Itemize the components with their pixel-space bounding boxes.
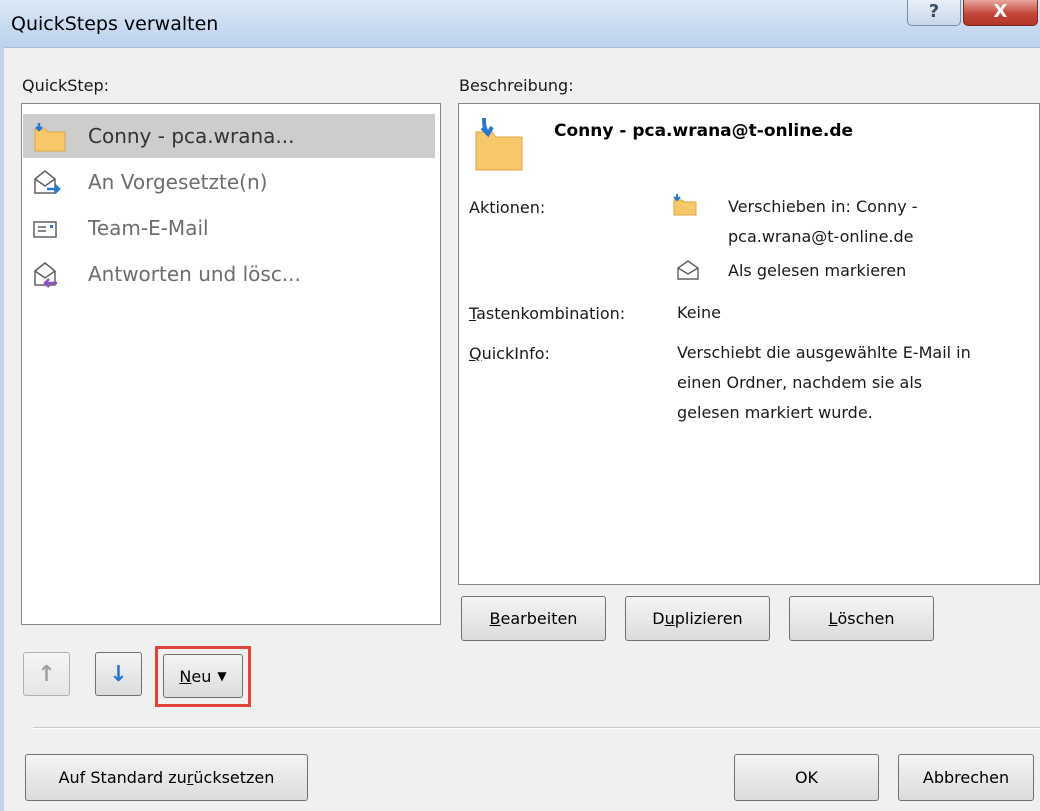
cancel-button[interactable]: Abbrechen xyxy=(898,754,1034,801)
open-envelope-icon xyxy=(676,259,700,286)
help-icon: ? xyxy=(928,1,940,22)
quickstep-list[interactable]: Conny - pca.wrana... An Vorgesetzte(n) T… xyxy=(21,103,441,625)
duplicate-button[interactable]: Du plizieren xyxy=(625,596,770,641)
tooltip-line-2: einen Ordner, nachdem sie als xyxy=(677,373,923,392)
description-panel: Conny - pca.wrana@t-online.de Aktionen: … xyxy=(458,103,1040,585)
delete-button[interactable]: Löschen xyxy=(789,596,934,641)
list-item[interactable]: An Vorgesetzte(n) xyxy=(23,160,435,204)
window-title: QuickSteps verwalten xyxy=(11,13,219,35)
list-item[interactable]: Conny - pca.wrana... xyxy=(23,114,435,158)
list-item[interactable]: Team-E-Mail xyxy=(23,206,435,250)
separator xyxy=(33,727,1040,729)
list-item[interactable]: Antworten und lösc... xyxy=(23,252,435,296)
highlight-box xyxy=(155,646,251,707)
shortcut-label: Tastenkombination: xyxy=(469,304,626,323)
list-item-label: Conny - pca.wrana... xyxy=(88,124,295,148)
help-button[interactable]: ? xyxy=(907,0,961,26)
arrow-up-icon: ↑ xyxy=(37,661,56,687)
tooltip-label: QuickInfo: xyxy=(469,344,550,363)
quickstep-title: Conny - pca.wrana@t-online.de xyxy=(554,121,854,141)
folder-move-icon xyxy=(470,114,526,177)
list-item-label: An Vorgesetzte(n) xyxy=(88,170,268,194)
list-item-label: Team-E-Mail xyxy=(88,216,209,240)
action-move-line1: Verschieben in: Conny - xyxy=(728,197,918,216)
action-move-line2: pca.wrana@t-online.de xyxy=(728,227,914,246)
envelope-icon xyxy=(31,213,71,243)
tooltip-line-1: Verschiebt die ausgewählte E-Mail in xyxy=(677,343,971,362)
tooltip-line-3: gelesen markiert wurde. xyxy=(677,403,873,422)
action-mark-read: Als gelesen markieren xyxy=(728,261,907,280)
actions-label: Aktionen: xyxy=(469,198,546,217)
arrow-down-icon: ↓ xyxy=(109,661,128,687)
reset-to-default-button[interactable]: Auf Standard zu r ücksetzen xyxy=(25,754,308,801)
folder-move-icon xyxy=(672,194,698,221)
title-bar: QuickSteps verwalten ? X xyxy=(0,0,1040,48)
description-label: Beschreibung: xyxy=(459,76,574,95)
ok-button[interactable]: OK xyxy=(734,754,879,801)
forward-mail-icon xyxy=(31,167,71,197)
close-icon: X xyxy=(993,1,1008,22)
move-down-button[interactable]: ↓ xyxy=(95,652,142,696)
close-button[interactable]: X xyxy=(963,0,1038,26)
window-border xyxy=(0,47,4,811)
edit-button[interactable]: Bearbeiten xyxy=(461,596,606,641)
shortcut-value: Keine xyxy=(677,303,721,322)
list-item-label: Antworten und lösc... xyxy=(88,262,301,286)
move-up-button[interactable]: ↑ xyxy=(23,652,70,696)
folder-move-icon xyxy=(31,121,71,152)
quickstep-label: QuickStep: xyxy=(22,76,110,95)
reply-mail-icon xyxy=(31,259,71,289)
